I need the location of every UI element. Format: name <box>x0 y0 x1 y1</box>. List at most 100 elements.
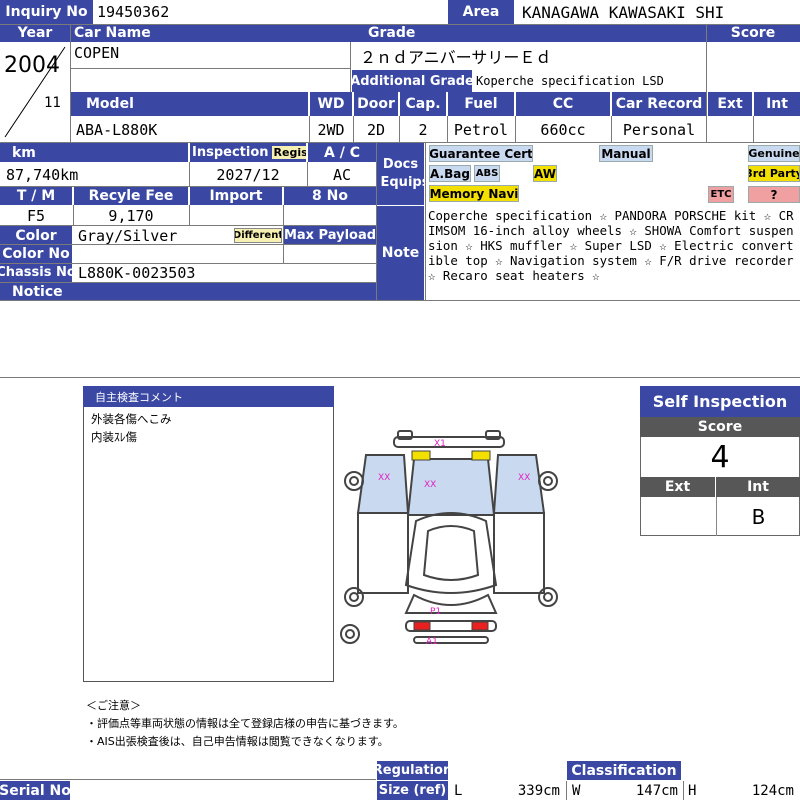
year-value: 2004 <box>4 52 60 78</box>
recycle-fee-label: Recyle Fee <box>74 187 188 205</box>
chassis-no-label: Chassis No <box>0 263 72 282</box>
mark-xx-right: XX <box>518 473 530 483</box>
grid-line <box>0 377 800 378</box>
grid-line <box>0 186 376 187</box>
fuel-value: Petrol <box>453 121 509 139</box>
additional-grade-value: Koperche specification LSD <box>476 74 664 88</box>
mark-xx-center: XX <box>424 480 436 490</box>
import-value <box>190 206 282 225</box>
grid-line <box>683 781 684 800</box>
etc-tag: ETC <box>708 186 734 203</box>
memory-navi-tag: Memory Navi <box>429 185 519 202</box>
inspection-label-text: Inspection <box>192 145 269 160</box>
grid-line <box>611 116 612 142</box>
color-value: Gray/Silver <box>78 226 178 245</box>
mark-p1: P1 <box>430 607 441 617</box>
grid-line <box>376 142 377 300</box>
size-h-label: H <box>688 782 697 799</box>
door-value: 2D <box>366 121 386 139</box>
door-label: Door <box>354 92 398 116</box>
grid-line <box>706 24 707 142</box>
ac-label: A / C <box>308 143 376 162</box>
import-label: Import <box>190 187 282 205</box>
inspection-label: Inspection Regist <box>190 143 306 162</box>
area-label: Area <box>448 0 514 24</box>
self-inspection-int: B <box>716 497 800 536</box>
regist-tag: Regist <box>271 146 306 159</box>
recycle-fee-value: 9,170 <box>108 206 154 225</box>
grid-line <box>70 142 800 143</box>
grade-label: Grade <box>350 24 706 42</box>
classification-label: Classification <box>567 761 681 780</box>
caution-title: ＜ご注意＞ <box>86 699 141 712</box>
comment-line: 内装ｽﾚ傷 <box>91 430 137 444</box>
manual-tag: Manual <box>599 145 653 162</box>
int-label: Int <box>754 92 800 116</box>
size-w-value: 147cm <box>635 782 678 799</box>
grid-line <box>283 205 284 263</box>
size-h-value: 124cm <box>751 782 794 799</box>
score-value <box>706 42 800 92</box>
car-name-value: COPEN <box>74 44 120 62</box>
ext-value <box>708 118 752 142</box>
inquiry-no-value: 19450362 <box>97 3 170 21</box>
grid-line <box>0 300 800 301</box>
grid-line <box>309 116 310 142</box>
km-label: km <box>0 143 188 162</box>
max-payload-value <box>284 245 376 263</box>
grid-line <box>189 205 190 225</box>
additional-grade-label: Additional Grade <box>352 70 472 92</box>
comment-title: 自主検査コメント <box>83 386 334 407</box>
grid-line <box>515 116 516 142</box>
car-name-label-bar <box>170 24 350 42</box>
wd-label: WD <box>310 92 352 116</box>
different-tag: Different <box>234 228 282 243</box>
eight-no-value <box>284 206 376 225</box>
abag-tag: A.Bag <box>429 165 471 182</box>
grid-line <box>0 779 376 780</box>
score-label: Score <box>706 24 800 42</box>
grid-line <box>753 116 754 142</box>
grid-line <box>0 142 70 143</box>
cc-value: 660cc <box>540 121 586 139</box>
wd-value: 2WD <box>317 121 345 139</box>
note-label: Note <box>377 206 424 300</box>
comment-line: 外装各傷へこみ <box>91 412 172 426</box>
guarantee-cert-tag: Guarantee Cert <box>429 145 533 162</box>
model-label: Model <box>70 92 308 116</box>
mark-a1: A1 <box>426 637 438 647</box>
chassis-no-value: L880K-0023503 <box>78 263 196 282</box>
caution-line: ・評価点等車両状態の情報は全て登録店様の申告に基づきます。 <box>86 717 404 730</box>
grid-line <box>447 116 448 142</box>
grid-line <box>0 225 376 226</box>
caution-line: ・AIS出張検査後は、自己申告情報は閲覧できなくなります。 <box>86 735 389 748</box>
docs-equips-text: Docs Equips <box>380 157 425 190</box>
int-value <box>754 118 800 142</box>
fuel-label: Fuel <box>448 92 514 116</box>
self-inspection-score-header: Score <box>640 417 800 437</box>
grid-line <box>353 116 354 142</box>
inquiry-no-label: Inquiry No <box>0 0 93 24</box>
size-ref-label: Size (ref) <box>377 781 448 800</box>
third-party-tag: 3rd Party <box>748 165 800 182</box>
grid-line <box>566 781 567 800</box>
docs-equips-label: Docs Equips <box>377 143 424 205</box>
self-inspection-int-header: Int <box>716 477 800 497</box>
mark-xx-left: XX <box>378 473 390 483</box>
car-record-value: Personal <box>622 121 696 139</box>
car-record-label: Car Record <box>612 92 706 116</box>
size-l-label: L <box>454 782 463 799</box>
model-value: ABA-L880K <box>76 121 158 139</box>
aw-tag: AW <box>533 165 557 182</box>
grid-line <box>307 162 308 186</box>
cap-value: 2 <box>418 121 428 139</box>
genuine-tag: Genuine <box>748 145 800 162</box>
grid-line <box>70 68 350 69</box>
grid-line <box>0 24 800 25</box>
question-tag: ? <box>748 186 800 203</box>
eight-no-label: 8 No <box>284 187 376 205</box>
cc-label: CC <box>516 92 610 116</box>
cap-label: Cap. <box>400 92 446 116</box>
self-inspection-ext-header: Ext <box>640 477 715 497</box>
grade-value: ２ｎｄアニバーサリーＥｄ <box>360 48 552 67</box>
